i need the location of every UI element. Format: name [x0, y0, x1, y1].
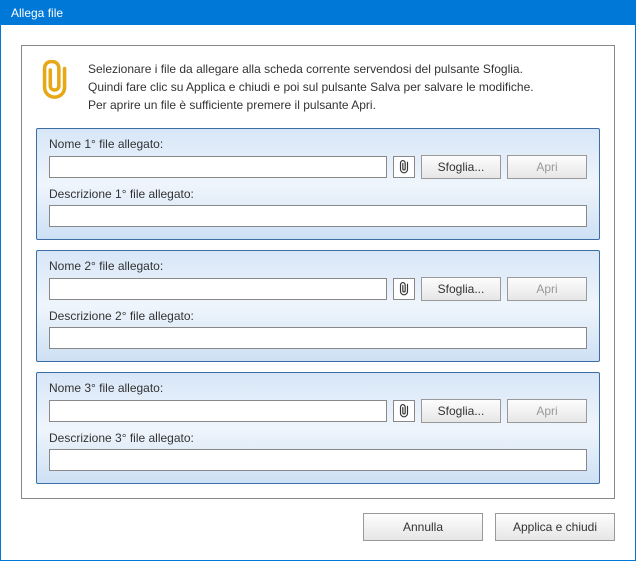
dialog-window: Allega file Selezionare i file da allega… [0, 0, 636, 561]
paperclip-icon [393, 400, 415, 422]
file-name-label: Nome 3° file allegato: [49, 381, 587, 395]
open-button-2[interactable]: Apri [507, 277, 587, 301]
file-name-label: Nome 1° file allegato: [49, 137, 587, 151]
paperclip-icon [38, 60, 74, 103]
browse-button-2[interactable]: Sfoglia... [421, 277, 501, 301]
content-area: Selezionare i file da allegare alla sche… [1, 25, 635, 561]
button-bar: Annulla Applica e chiudi [21, 499, 615, 541]
file-desc-input-2[interactable] [49, 327, 587, 349]
window-title: Allega file [11, 6, 63, 20]
instruction-line-1: Selezionare i file da allegare alla sche… [88, 60, 534, 78]
file-desc-label: Descrizione 2° file allegato: [49, 309, 587, 323]
file-name-row: Sfoglia... Apri [49, 155, 587, 179]
file-group-2: Nome 2° file allegato: Sfoglia... Apri D… [36, 250, 600, 362]
file-name-input-3[interactable] [49, 400, 387, 422]
file-desc-input-1[interactable] [49, 205, 587, 227]
file-group-1: Nome 1° file allegato: Sfoglia... Apri D… [36, 128, 600, 240]
instructions: Selezionare i file da allegare alla sche… [88, 60, 534, 114]
file-name-row: Sfoglia... Apri [49, 277, 587, 301]
file-name-label: Nome 2° file allegato: [49, 259, 587, 273]
instruction-line-2: Quindi fare clic su Applica e chiudi e p… [88, 78, 534, 96]
cancel-button[interactable]: Annulla [363, 513, 483, 541]
open-button-1[interactable]: Apri [507, 155, 587, 179]
file-desc-label: Descrizione 1° file allegato: [49, 187, 587, 201]
paperclip-icon [393, 278, 415, 300]
titlebar: Allega file [1, 1, 635, 25]
instruction-line-3: Per aprire un file è sufficiente premere… [88, 96, 534, 114]
file-desc-label: Descrizione 3° file allegato: [49, 431, 587, 445]
file-name-input-2[interactable] [49, 278, 387, 300]
browse-button-1[interactable]: Sfoglia... [421, 155, 501, 179]
browse-button-3[interactable]: Sfoglia... [421, 399, 501, 423]
apply-close-button[interactable]: Applica e chiudi [495, 513, 615, 541]
open-button-3[interactable]: Apri [507, 399, 587, 423]
file-desc-input-3[interactable] [49, 449, 587, 471]
paperclip-icon [393, 156, 415, 178]
main-panel: Selezionare i file da allegare alla sche… [21, 45, 615, 499]
file-group-3: Nome 3° file allegato: Sfoglia... Apri D… [36, 372, 600, 484]
header-row: Selezionare i file da allegare alla sche… [36, 56, 600, 118]
file-name-row: Sfoglia... Apri [49, 399, 587, 423]
file-name-input-1[interactable] [49, 156, 387, 178]
